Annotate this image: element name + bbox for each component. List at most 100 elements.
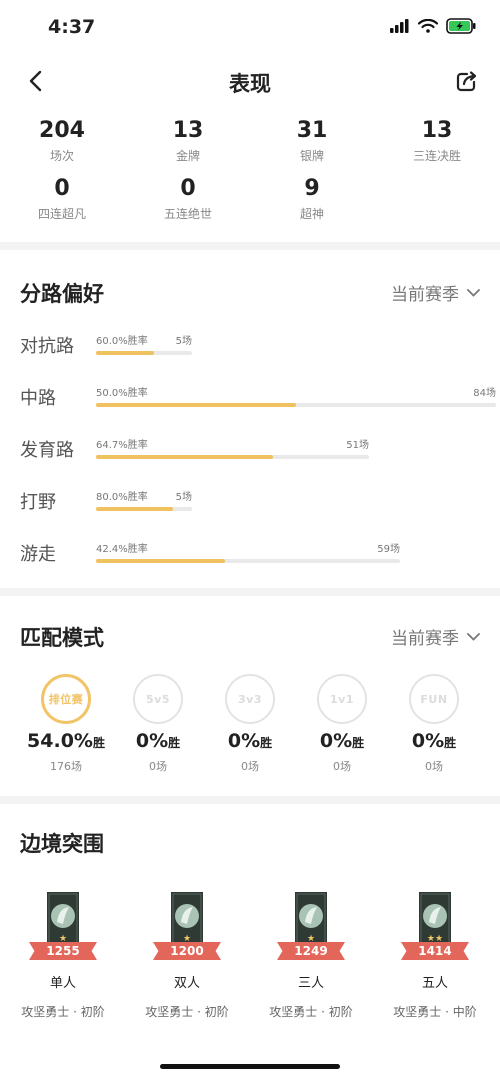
stat-label: 超神 bbox=[299, 207, 324, 221]
rank-duo[interactable]: ★ 1200 双人 攻坚勇士 · 初阶 bbox=[132, 892, 242, 1020]
lane-row-top: 对抗路 60.0%胜率 5场 bbox=[0, 332, 500, 372]
lane-track bbox=[96, 455, 369, 459]
lane-games: 5场 bbox=[175, 336, 192, 347]
season-select-label: 当前赛季 bbox=[391, 629, 459, 649]
share-icon bbox=[456, 71, 477, 92]
stat-label: 金牌 bbox=[175, 149, 200, 163]
lane-name: 游走 bbox=[20, 544, 56, 565]
lane-track bbox=[96, 559, 400, 563]
status-icons bbox=[390, 18, 476, 34]
mode-rate-value: 54.0% bbox=[27, 730, 93, 752]
stat-label: 场次 bbox=[49, 149, 74, 163]
mode-win-rate: 0%胜 bbox=[204, 730, 296, 752]
rank-tier: 攻坚勇士 · 初阶 bbox=[21, 1005, 105, 1019]
mode-badge-text: 3v3 bbox=[238, 692, 262, 706]
home-indicator[interactable] bbox=[160, 1064, 340, 1069]
rank-tier: 攻坚勇士 · 初阶 bbox=[145, 1005, 229, 1019]
match-season-select[interactable]: 当前赛季 bbox=[391, 624, 480, 649]
stat-quadra: 0 四连超凡 bbox=[12, 176, 112, 222]
border-breakout-card: 边境突围 ★ 1255 单人 攻坚勇士 · 初阶 ★ 1200 双人 攻坚勇士 … bbox=[0, 804, 500, 1081]
lane-name: 对抗路 bbox=[20, 336, 74, 357]
rank-emblem-icon: ★ 1200 bbox=[153, 892, 221, 964]
lane-track bbox=[96, 507, 192, 511]
rank-emblem-icon: ★ 1255 bbox=[29, 892, 97, 964]
share-button[interactable] bbox=[452, 66, 482, 96]
mode-rate-suffix: 胜 bbox=[168, 736, 181, 750]
lane-season-select[interactable]: 当前赛季 bbox=[391, 280, 480, 305]
lane-name: 发育路 bbox=[20, 440, 74, 461]
chevron-down-icon bbox=[467, 632, 480, 641]
lane-win-rate: 42.4%胜率 bbox=[96, 544, 148, 555]
stat-triple: 13 三连决胜 bbox=[387, 118, 487, 164]
lane-row-jungle: 打野 80.0%胜率 5场 bbox=[0, 488, 500, 528]
1v1-badge-icon: 1v1 bbox=[317, 674, 367, 724]
stat-value: 9 bbox=[304, 176, 320, 201]
stat-legendary: 9 超神 bbox=[262, 176, 362, 222]
stat-value: 0 bbox=[180, 176, 196, 201]
rank-mode-name: 单人 bbox=[49, 976, 76, 991]
stat-label: 五连绝世 bbox=[163, 207, 212, 221]
lane-track bbox=[96, 351, 192, 355]
rank-mode-name: 双人 bbox=[173, 976, 200, 991]
lane-preference-title: 分路偏好 bbox=[20, 282, 104, 306]
match-mode-card: 匹配模式 当前赛季 排位赛 54.0%胜 176场 5v5 0%胜 0场 3v3… bbox=[0, 596, 500, 796]
rank-trio[interactable]: ★ 1249 三人 攻坚勇士 · 初阶 bbox=[256, 892, 366, 1020]
lane-row-mid: 中路 50.0%胜率 84场 bbox=[0, 384, 500, 424]
stat-matches: 204 场次 bbox=[12, 118, 112, 164]
mode-ranked[interactable]: 排位赛 54.0%胜 176场 bbox=[20, 674, 112, 774]
mode-rate-value: 0% bbox=[227, 730, 261, 752]
lane-win-rate: 64.7%胜率 bbox=[96, 440, 148, 451]
wifi-icon bbox=[418, 19, 438, 33]
mode-rate-suffix: 胜 bbox=[260, 736, 273, 750]
stat-value: 204 bbox=[39, 118, 85, 143]
lane-win-fill bbox=[96, 403, 296, 407]
mode-rate-value: 0% bbox=[319, 730, 353, 752]
match-mode-title: 匹配模式 bbox=[20, 626, 104, 650]
lane-win-rate: 50.0%胜率 bbox=[96, 388, 148, 399]
ranked-badge-icon: 排位赛 bbox=[41, 674, 91, 724]
mode-5v5[interactable]: 5v5 0%胜 0场 bbox=[112, 674, 204, 774]
stats-card: 204 场次 13 金牌 31 银牌 13 三连决胜 0 四连超凡 0 五连绝世… bbox=[0, 106, 500, 242]
signal-icon bbox=[390, 19, 409, 33]
battery-charging-icon bbox=[446, 18, 476, 34]
5v5-badge-icon: 5v5 bbox=[133, 674, 183, 724]
lane-win-fill bbox=[96, 351, 154, 355]
lane-track bbox=[96, 403, 496, 407]
mode-games: 0场 bbox=[241, 760, 259, 773]
mode-games: 0场 bbox=[333, 760, 351, 773]
mode-win-rate: 54.0%胜 bbox=[20, 730, 112, 752]
mode-1v1[interactable]: 1v1 0%胜 0场 bbox=[296, 674, 388, 774]
border-breakout-title: 边境突围 bbox=[20, 832, 104, 856]
lane-games: 51场 bbox=[346, 440, 369, 451]
nav-bar: 表现 bbox=[0, 56, 500, 106]
mode-games: 0场 bbox=[425, 760, 443, 773]
rank-score: 1200 bbox=[153, 942, 221, 960]
status-time: 4:37 bbox=[48, 16, 96, 38]
stat-value: 13 bbox=[421, 118, 453, 143]
rank-score: 1255 bbox=[29, 942, 97, 960]
stat-silver: 31 银牌 bbox=[262, 118, 362, 164]
rank-emblem-icon: ★★ 1414 bbox=[401, 892, 469, 964]
mode-3v3[interactable]: 3v3 0%胜 0场 bbox=[204, 674, 296, 774]
mode-fun[interactable]: FUN 0%胜 0场 bbox=[388, 674, 480, 774]
lane-games: 5场 bbox=[175, 492, 192, 503]
lane-row-roam: 游走 42.4%胜率 59场 bbox=[0, 540, 500, 580]
mode-rate-value: 0% bbox=[411, 730, 445, 752]
mode-badge-text: 5v5 bbox=[146, 692, 170, 706]
mode-badge-text: 1v1 bbox=[330, 692, 354, 706]
mode-rate-suffix: 胜 bbox=[444, 736, 457, 750]
page-title: 表现 bbox=[229, 72, 271, 96]
stat-penta: 0 五连绝世 bbox=[138, 176, 238, 222]
mode-win-rate: 0%胜 bbox=[296, 730, 388, 752]
stat-gold: 13 金牌 bbox=[138, 118, 238, 164]
season-select-label: 当前赛季 bbox=[391, 285, 459, 305]
stat-value: 13 bbox=[172, 118, 204, 143]
rank-solo[interactable]: ★ 1255 单人 攻坚勇士 · 初阶 bbox=[8, 892, 118, 1020]
rank-emblem-icon: ★ 1249 bbox=[277, 892, 345, 964]
lane-win-fill bbox=[96, 507, 173, 511]
mode-games: 176场 bbox=[50, 760, 82, 773]
stat-label: 银牌 bbox=[299, 149, 324, 163]
rank-five[interactable]: ★★ 1414 五人 攻坚勇士 · 中阶 bbox=[380, 892, 490, 1020]
lane-win-fill bbox=[96, 455, 273, 459]
mode-rate-suffix: 胜 bbox=[352, 736, 365, 750]
